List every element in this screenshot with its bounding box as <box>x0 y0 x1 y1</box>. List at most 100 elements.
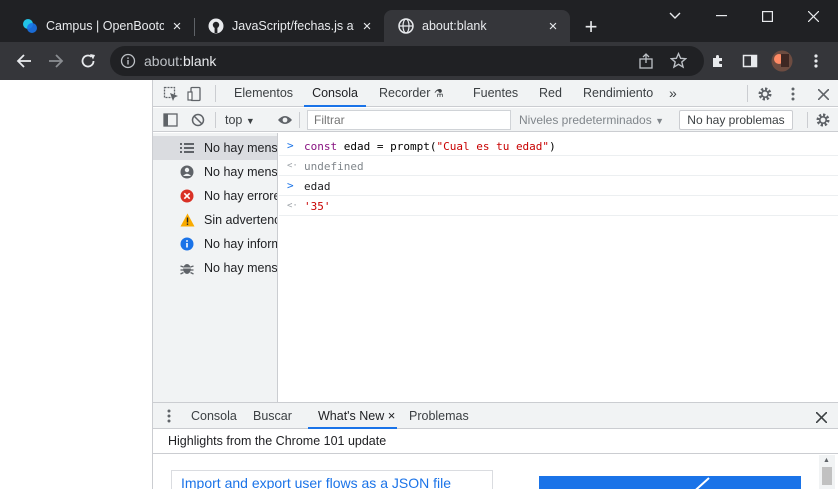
drawer-tab-whats-new[interactable]: What's New × <box>308 403 397 429</box>
minimize-icon[interactable] <box>698 0 744 32</box>
new-tab-button[interactable]: + <box>578 14 604 40</box>
close-icon[interactable]: × <box>544 17 562 35</box>
reload-icon[interactable] <box>74 47 102 75</box>
console-settings-gear-icon[interactable] <box>813 110 833 130</box>
info-icon[interactable] <box>120 53 136 74</box>
console-result: undefined <box>304 160 364 173</box>
tab-github[interactable]: JavaScript/fechas.js at main × <box>194 10 384 42</box>
tab-recorder[interactable]: Recorder ⚗ <box>379 80 444 107</box>
back-arrow-icon[interactable] <box>10 47 38 75</box>
bug-icon <box>179 260 195 276</box>
devtools-tabbar: Elementos Consola Recorder ⚗ Fuentes Red… <box>153 80 838 107</box>
filter-input[interactable] <box>307 110 511 130</box>
divider <box>807 112 808 128</box>
sidebar-item-messages[interactable]: No hay mensajes <box>153 136 277 160</box>
scrollbar[interactable]: ▲ <box>819 455 835 489</box>
close-drawer-icon[interactable] <box>815 410 828 428</box>
drawer-tabbar: Consola Buscar What's New × Problemas <box>153 402 838 429</box>
extensions-icon[interactable] <box>704 47 732 75</box>
tab-elementos[interactable]: Elementos <box>234 80 293 107</box>
divider <box>215 85 216 102</box>
tab-fuentes[interactable]: Fuentes <box>473 80 518 107</box>
console-result-line: <· undefined <box>279 156 838 176</box>
scroll-up-icon[interactable]: ▲ <box>823 457 830 464</box>
divider <box>747 85 748 102</box>
tab-recorder-label: Recorder <box>379 86 431 100</box>
error-icon <box>179 188 195 204</box>
issues-button[interactable]: No hay problemas <box>679 110 793 130</box>
sidebar-item-verbose[interactable]: No hay mensajes detallados <box>153 256 277 280</box>
close-window-icon[interactable] <box>790 0 836 32</box>
context-select[interactable]: top ▼ <box>225 113 255 127</box>
tab-search-icon[interactable] <box>652 0 698 32</box>
console-input-line: > const edad = prompt("Cual es tu edad") <box>279 136 838 156</box>
avatar[interactable] <box>768 47 796 75</box>
sidebar-item-errors[interactable]: No hay errores <box>153 184 277 208</box>
sidebar-item-label: No hay información <box>204 237 277 251</box>
sidebar-item-user-messages[interactable]: No hay mensajes de usuario <box>153 160 277 184</box>
drawer-tab-label: What's New <box>318 409 385 423</box>
page-content <box>0 80 152 489</box>
tab-consola[interactable]: Consola <box>304 80 366 107</box>
console-sidebar: No hay mensajes No hay mensajes de usuar… <box>153 133 278 402</box>
info-icon <box>179 236 195 252</box>
list-icon <box>179 140 195 156</box>
drawer-menu-icon[interactable] <box>167 409 171 428</box>
address-text: about:blank <box>144 53 217 69</box>
side-panel-icon[interactable] <box>736 47 764 75</box>
console-output[interactable]: > const edad = prompt("Cual es tu edad")… <box>279 133 838 402</box>
maximize-icon[interactable] <box>744 0 790 32</box>
address-bar[interactable]: about:blank <box>110 46 704 76</box>
result-arrow-icon: <· <box>287 161 298 171</box>
sidebar-item-info[interactable]: No hay información <box>153 232 277 256</box>
scroll-thumb[interactable] <box>822 467 832 485</box>
drawer-tab-consola[interactable]: Consola <box>191 403 237 429</box>
divider <box>215 112 216 128</box>
log-levels-select[interactable]: Niveles predeterminados ▼ <box>519 113 664 127</box>
drawer-tab-problemas[interactable]: Problemas <box>409 403 469 429</box>
warning-icon <box>179 212 195 228</box>
close-icon[interactable]: × <box>388 408 396 423</box>
console-input-line: > edad <box>279 176 838 196</box>
whats-new-body: Import and export user flows as a JSON f… <box>153 455 838 489</box>
tab-rendimiento[interactable]: Rendimiento <box>583 80 653 107</box>
context-value: top <box>225 113 243 127</box>
devtools-panel: Elementos Consola Recorder ⚗ Fuentes Red… <box>152 80 838 489</box>
tab-about-blank[interactable]: about:blank × <box>384 10 570 42</box>
drawer-tab-buscar[interactable]: Buscar <box>253 403 292 429</box>
inspect-element-icon[interactable] <box>161 84 181 104</box>
whats-new-heading: Highlights from the Chrome 101 update <box>153 429 838 454</box>
feature-link[interactable]: Import and export user flows as a JSON f… <box>171 470 493 489</box>
user-icon <box>179 164 195 180</box>
sidebar-item-label: No hay errores <box>204 189 277 203</box>
sidebar-item-warnings[interactable]: Sin advertencias <box>153 208 277 232</box>
more-tabs-icon[interactable]: » <box>669 80 677 107</box>
dropdown-arrow-icon: ▼ <box>655 116 664 126</box>
forward-arrow-icon[interactable] <box>42 47 70 75</box>
console-result-line: <· '35' <box>279 196 838 216</box>
clear-console-icon[interactable] <box>188 110 208 130</box>
close-icon[interactable]: × <box>358 17 376 35</box>
tab-red[interactable]: Red <box>539 80 562 107</box>
console-result-string: '35' <box>304 200 331 213</box>
sidebar-item-label: No hay mensajes de usuario <box>204 165 277 179</box>
tab-openbootcamp[interactable]: Campus | OpenBootcamp × <box>8 10 194 42</box>
tab-title: JavaScript/fechas.js at main <box>232 19 354 33</box>
sidebar-toggle-icon[interactable] <box>160 110 180 130</box>
close-devtools-icon[interactable] <box>813 84 833 104</box>
sidebar-item-label: No hay mensajes <box>204 141 277 155</box>
eye-icon[interactable] <box>275 110 295 130</box>
console-code: edad <box>304 180 331 193</box>
bookmark-star-icon[interactable] <box>669 51 688 74</box>
settings-gear-icon[interactable] <box>755 84 775 104</box>
github-icon <box>208 18 224 34</box>
close-icon[interactable]: × <box>168 17 186 35</box>
more-options-icon[interactable] <box>783 84 803 104</box>
share-icon[interactable] <box>638 53 654 74</box>
device-toolbar-icon[interactable] <box>185 84 205 104</box>
result-arrow-icon: <· <box>287 201 298 211</box>
sidebar-item-label: Sin advertencias <box>204 213 277 227</box>
dropdown-arrow-icon: ▼ <box>245 116 255 126</box>
menu-kebab-icon[interactable] <box>802 47 830 75</box>
log-levels-label: Niveles predeterminados <box>519 113 652 127</box>
